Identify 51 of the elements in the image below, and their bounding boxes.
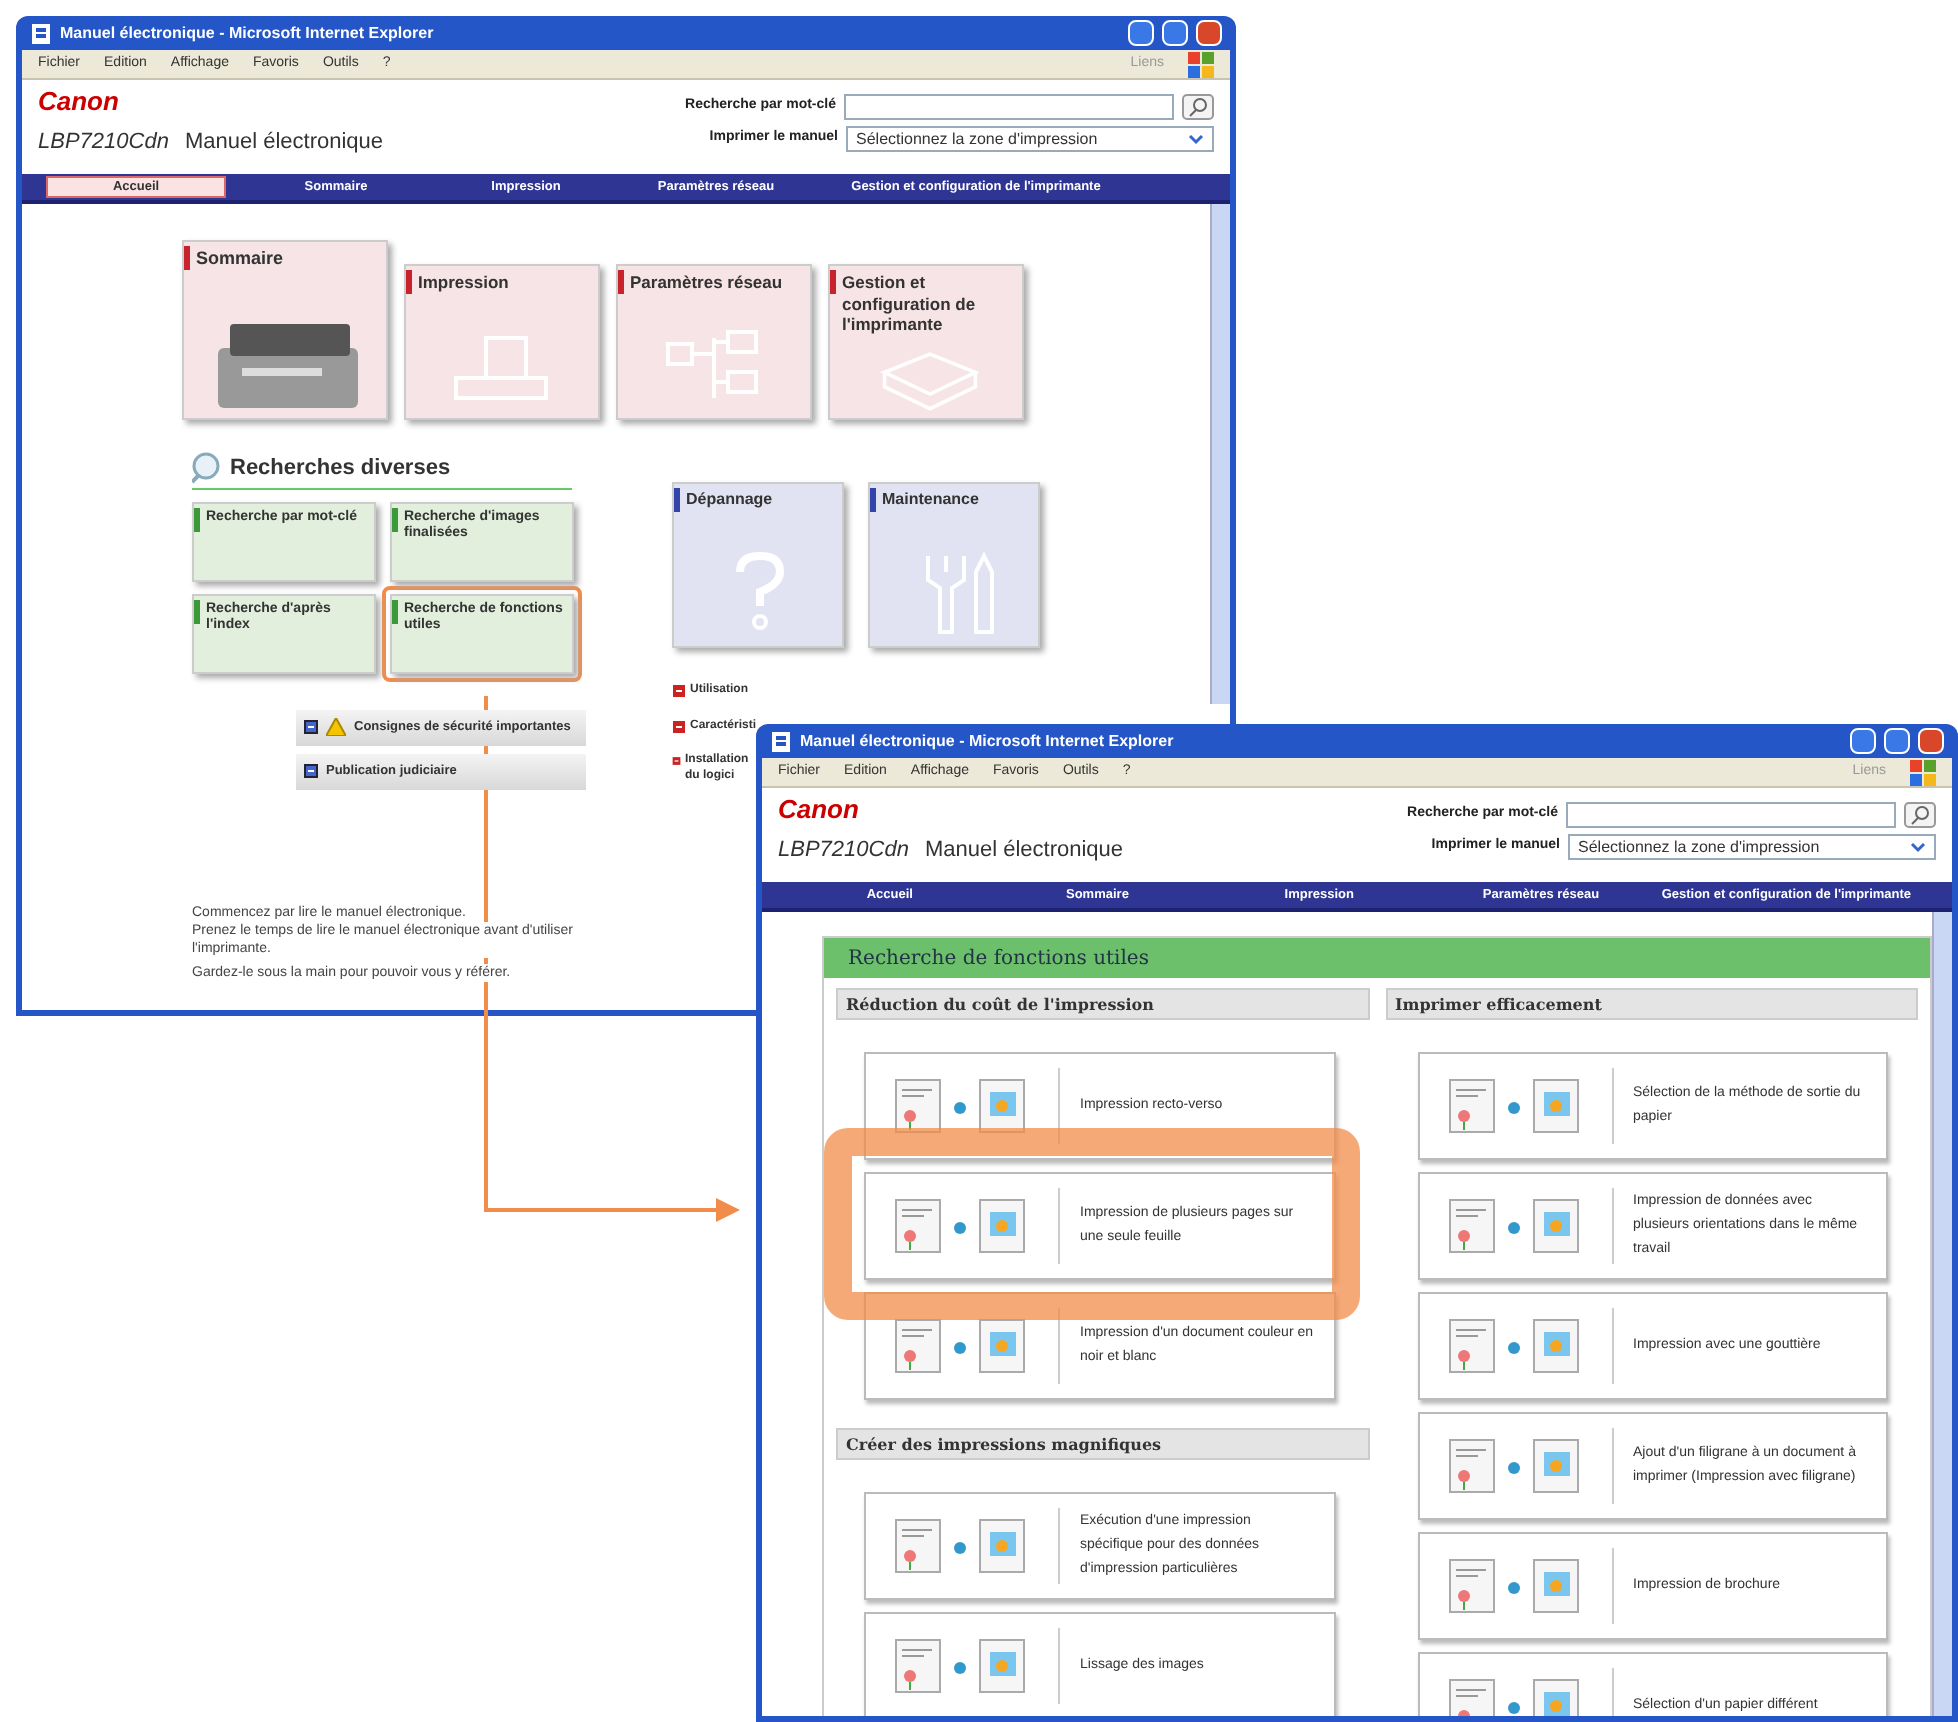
- menu-tile[interactable]: Maintenance: [868, 482, 1040, 648]
- bullet-icon: [672, 754, 682, 768]
- window-title: Manuel électronique - Microsoft Internet Explorer: [60, 21, 434, 45]
- menu-tile[interactable]: Paramètres réseau: [616, 264, 812, 420]
- bullet-icon: [304, 720, 318, 734]
- dropdown-icon: [1910, 840, 1926, 854]
- scrollbar[interactable]: [1210, 204, 1230, 704]
- bullet-icon: [304, 764, 318, 778]
- panel-title: Recherche de fonctions utiles: [824, 938, 1930, 978]
- section-heading: Réduction du coût de l'impression: [836, 988, 1369, 1020]
- windows-logo-icon: [1910, 759, 1936, 785]
- page-icon: [770, 729, 792, 753]
- canon-logo: Canon: [778, 796, 861, 822]
- print-select[interactable]: Sélectionnez la zone d'impression: [1568, 834, 1936, 860]
- manual-title: Manuel électronique: [924, 836, 1124, 866]
- manual-title: Manuel électronique: [184, 128, 384, 158]
- close-button[interactable]: [1918, 728, 1944, 754]
- maximize-button[interactable]: [1884, 728, 1910, 754]
- print-select[interactable]: Sélectionnez la zone d'impression: [846, 126, 1214, 152]
- minimize-button[interactable]: [1128, 20, 1154, 46]
- tile-label: Gestion et configuration de l'imprimante: [842, 272, 978, 336]
- close-button[interactable]: [1196, 20, 1222, 46]
- page-icon: [30, 21, 52, 45]
- section-heading: Imprimer efficacement: [1385, 988, 1918, 1020]
- menu-tile[interactable]: Impression: [404, 264, 600, 420]
- magnifier-icon: [192, 452, 222, 485]
- section-heading: Recherches diverses: [230, 454, 451, 484]
- window-title: Manuel électronique - Microsoft Internet Explorer: [800, 729, 1174, 753]
- product-name: LBP7210Cdn: [778, 836, 909, 866]
- tile-label: Sommaire: [196, 248, 286, 271]
- tile-label: Impression: [418, 272, 511, 294]
- windows-logo-icon: [1188, 51, 1214, 77]
- search-field[interactable]: [844, 94, 1174, 120]
- product-name: LBP7210Cdn: [38, 128, 169, 158]
- bullet-icon: [672, 719, 686, 733]
- bullet-icon: [672, 684, 686, 698]
- canon-logo: Canon: [38, 88, 121, 114]
- search-icon: [1904, 802, 1936, 828]
- tile-label: Paramètres réseau: [630, 272, 785, 294]
- menu-tile[interactable]: Dépannage: [672, 482, 844, 648]
- maximize-button[interactable]: [1162, 20, 1188, 46]
- scrollbar[interactable]: [1932, 912, 1952, 1716]
- search-field[interactable]: [1566, 802, 1896, 828]
- dropdown-icon: [1188, 132, 1204, 146]
- search-icon: [1182, 94, 1214, 120]
- menu-tile[interactable]: Sommaire: [182, 240, 388, 420]
- menu-tile[interactable]: Gestion et configuration de l'imprimante: [828, 264, 1024, 420]
- minimize-button[interactable]: [1850, 728, 1876, 754]
- section-heading: Créer des impressions magnifiques: [836, 1428, 1369, 1460]
- tile-label: Maintenance: [882, 490, 981, 510]
- tile-label: Dépannage: [686, 490, 775, 510]
